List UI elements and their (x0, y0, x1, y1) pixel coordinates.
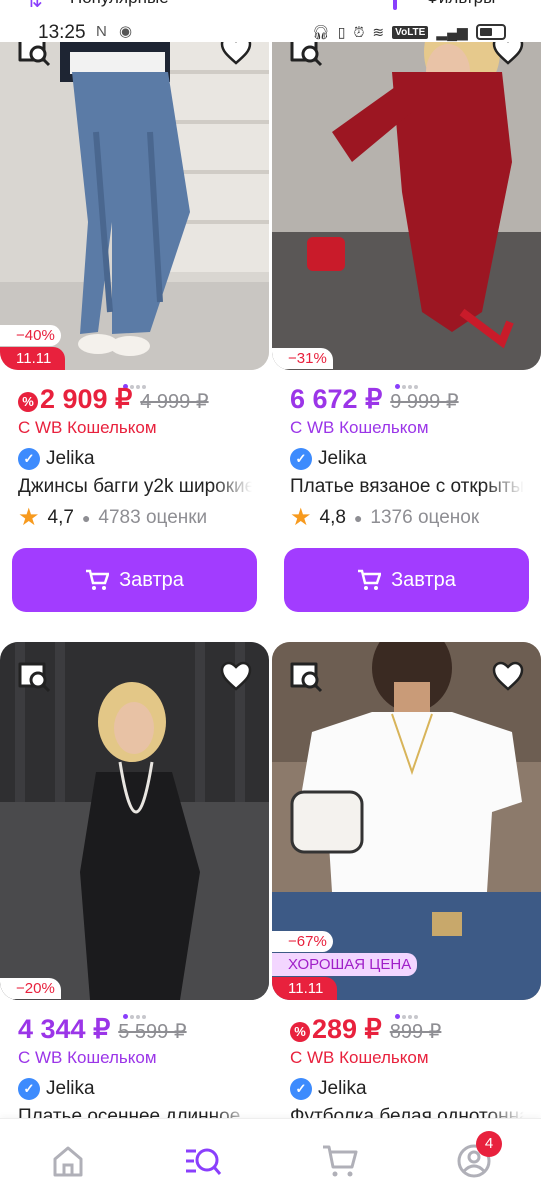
cart-icon (358, 569, 382, 590)
compare-icon[interactable] (16, 660, 56, 694)
sort-icon[interactable]: ⇅ (26, 0, 43, 13)
price-row: % 289 ₽ 899 ₽ (290, 1014, 441, 1045)
price-row: 6 672 ₽ 9 999 ₽ (290, 384, 459, 415)
product-photo[interactable]: −67% ХОРОШАЯ ЦЕНА 11.11 (272, 642, 541, 1000)
brand-row[interactable]: ✓ Jelika (290, 1078, 367, 1100)
profile-notification-badge: 4 (476, 1131, 502, 1157)
badges: −40% 11.11 (0, 325, 66, 370)
headphones-icon: 🎧︎ (312, 23, 330, 40)
rating-value: 4,8 (319, 507, 346, 528)
add-to-cart-button[interactable]: Завтра (12, 548, 257, 612)
wallet-price-note: С WB Кошельком (290, 418, 429, 437)
price-current: % 2 909 ₽ (18, 384, 132, 415)
brand-row[interactable]: ✓ Jelika (18, 448, 95, 470)
product-title[interactable]: Платье вязаное с открытыми (290, 476, 524, 498)
product-photo[interactable]: −31% (272, 12, 541, 370)
badges: −20% (0, 978, 61, 1000)
event-badge: 11.11 (272, 977, 338, 1000)
notification-icons: N ◉ (96, 23, 137, 40)
vibrate-icon: ▯ (337, 23, 346, 40)
wallet-price-note: С WB Кошельком (18, 1048, 157, 1067)
badges: −31% (272, 348, 333, 370)
sale-percent-icon: % (18, 392, 38, 412)
brand-name: Jelika (46, 1078, 95, 1099)
discount-badge: −20% (0, 978, 61, 999)
product-photo[interactable]: −40% 11.11 (0, 12, 269, 370)
discount-badge: −31% (272, 348, 333, 369)
filters-button[interactable]: Фильтры (426, 0, 495, 8)
wifi-icon: ≋ (372, 23, 385, 40)
bottom-navigation: 4 (0, 1118, 541, 1200)
compare-icon[interactable] (288, 660, 328, 694)
status-bar: ⇅ Популярные Фильтры 13:25 N ◉ 🎧︎ ▯ ⏰︎ ≋… (0, 0, 541, 43)
price-old: 899 ₽ (389, 1021, 442, 1043)
carousel-dots (0, 1006, 269, 1019)
wallet-price-note: С WB Кошельком (290, 1048, 429, 1067)
signal-icon: ▂▄▆ (436, 23, 468, 40)
carousel-dots (272, 376, 541, 389)
brand-name: Jelika (46, 448, 95, 469)
reviews-count: 1376 оценок (370, 507, 480, 528)
price-current: % 289 ₽ (290, 1014, 382, 1045)
cart-nav-icon[interactable] (320, 1141, 360, 1181)
price-current: 6 672 ₽ (290, 384, 383, 414)
brand-name: Jelika (318, 1078, 367, 1099)
price-old: 5 599 ₽ (118, 1021, 187, 1043)
discount-badge: −67% (272, 931, 333, 952)
price-current-value: 2 909 ₽ (40, 384, 133, 414)
brand-row[interactable]: ✓ Jelika (18, 1078, 95, 1100)
carousel-dots (272, 1006, 541, 1019)
catalog-icon[interactable] (182, 1141, 222, 1181)
brand-row[interactable]: ✓ Jelika (290, 448, 367, 470)
carousel-dots (0, 376, 269, 389)
favorite-heart-icon[interactable] (219, 660, 253, 692)
price-old: 9 999 ₽ (390, 391, 459, 413)
discount-badge: −40% (0, 325, 61, 346)
home-icon[interactable] (48, 1141, 88, 1181)
product-title[interactable]: Джинсы багги y2k широкие (18, 476, 252, 498)
rating-separator: ● (353, 510, 363, 526)
status-clock: 13:25 (38, 22, 86, 43)
price-current-value: 289 ₽ (312, 1014, 382, 1044)
add-to-cart-label: Завтра (119, 568, 184, 591)
screen: ⇅ Популярные Фильтры 13:25 N ◉ 🎧︎ ▯ ⏰︎ ≋… (0, 0, 541, 1200)
rating-row: ★ 4,7 ● 4783 оценки (18, 504, 208, 531)
product-image-black-dress (0, 642, 269, 1000)
price-row: % 2 909 ₽ 4 999 ₽ (18, 384, 209, 415)
verified-icon: ✓ (18, 1078, 40, 1100)
event-badge: 11.11 (0, 347, 66, 370)
filter-indicator (393, 0, 397, 10)
volte-badge: VoLTE (392, 25, 429, 39)
badges: −67% ХОРОШАЯ ЦЕНА 11.11 (272, 931, 418, 1000)
favorite-heart-icon[interactable] (491, 660, 525, 692)
verified-icon: ✓ (290, 1078, 312, 1100)
star-icon: ★ (290, 504, 312, 531)
wallet-price-note: С WB Кошельком (18, 418, 157, 437)
verified-icon: ✓ (18, 448, 40, 470)
price-row: 4 344 ₽ 5 599 ₽ (18, 1014, 187, 1045)
price-old: 4 999 ₽ (140, 391, 209, 413)
brand-name: Jelika (318, 448, 367, 469)
battery-icon (475, 24, 506, 40)
star-icon: ★ (18, 504, 40, 531)
sale-percent-icon: % (290, 1022, 310, 1042)
sort-filter-row: ⇅ Популярные Фильтры (0, 0, 541, 12)
rating-separator: ● (81, 510, 91, 526)
price-current: 4 344 ₽ (18, 1014, 111, 1044)
sort-button[interactable]: Популярные (70, 0, 169, 8)
reviews-count: 4783 оценки (98, 507, 208, 528)
good-price-badge: ХОРОШАЯ ЦЕНА (272, 953, 418, 976)
cart-icon (86, 569, 110, 590)
add-to-cart-button[interactable]: Завтра (284, 548, 529, 612)
add-to-cart-label: Завтра (391, 568, 456, 591)
system-icons: 🎧︎ ▯ ⏰︎ ≋ VoLTE ▂▄▆ (312, 22, 506, 42)
product-photo[interactable]: −20% (0, 642, 269, 1000)
alarm-icon: ⏰︎ (353, 23, 365, 40)
rating-value: 4,7 (47, 507, 74, 528)
rating-row: ★ 4,8 ● 1376 оценок (290, 504, 480, 531)
verified-icon: ✓ (290, 448, 312, 470)
